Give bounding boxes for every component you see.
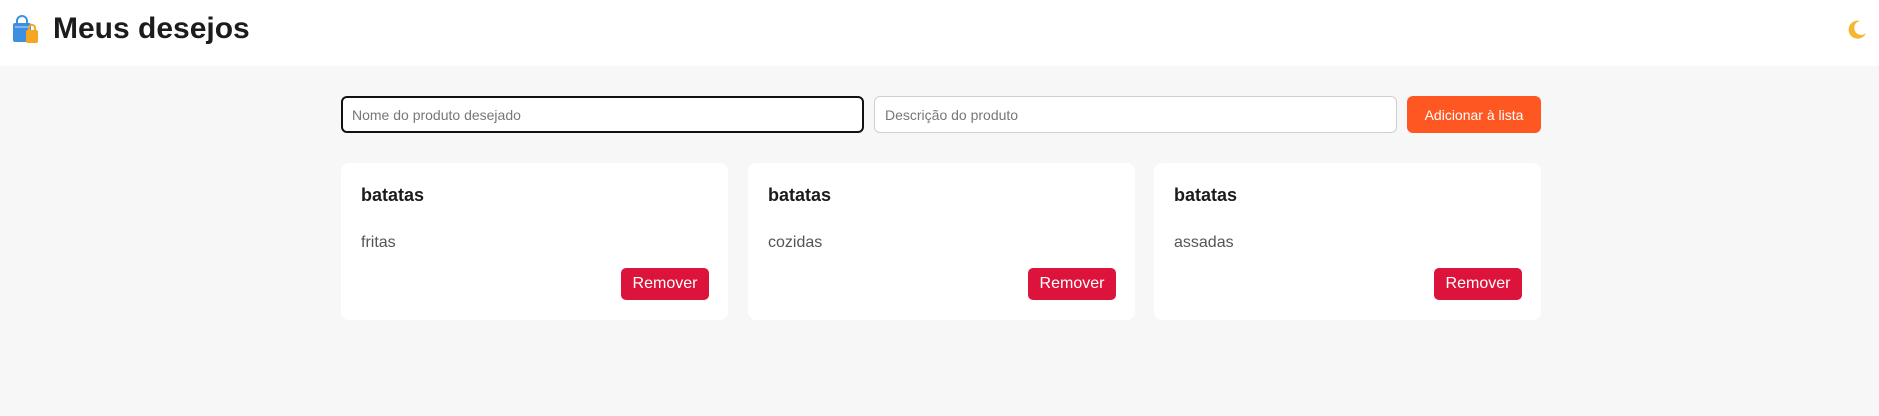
wish-card: batatas cozidas Remover <box>748 163 1135 320</box>
remove-button[interactable]: Remover <box>1434 268 1522 300</box>
app-header: Meus desejos <box>0 0 1879 66</box>
wish-card: batatas fritas Remover <box>341 163 728 320</box>
wish-card-description: fritas <box>361 234 396 251</box>
add-item-form: Adicionar à lista <box>341 96 1541 133</box>
page-title: Meus desejos <box>53 12 250 45</box>
crescent-moon-icon <box>1845 20 1869 45</box>
wish-card: batatas assadas Remover <box>1154 163 1541 320</box>
wish-card-title: batatas <box>1174 185 1238 205</box>
product-name-input[interactable] <box>341 96 864 133</box>
remove-button[interactable]: Remover <box>1028 268 1116 300</box>
product-description-input[interactable] <box>874 96 1397 133</box>
shopping-bags-icon <box>9 14 41 46</box>
wish-card-description: assadas <box>1174 234 1234 251</box>
wish-card-title: batatas <box>361 185 425 205</box>
wish-card-title: batatas <box>768 185 832 205</box>
remove-button[interactable]: Remover <box>621 268 709 300</box>
add-to-list-button[interactable]: Adicionar à lista <box>1407 96 1541 133</box>
wish-card-description: cozidas <box>768 234 823 251</box>
theme-toggle-button[interactable] <box>1845 18 1869 42</box>
